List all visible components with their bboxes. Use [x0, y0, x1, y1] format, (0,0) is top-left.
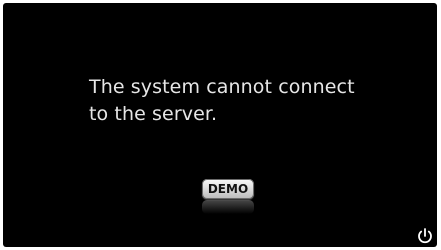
device-screen: The system cannot connect to the server.… — [3, 3, 437, 247]
power-icon — [418, 228, 432, 244]
power-button[interactable] — [416, 227, 434, 245]
demo-button[interactable]: DEMO — [202, 179, 254, 199]
demo-button-reflection — [202, 200, 254, 214]
demo-button-group: DEMO — [202, 179, 254, 215]
connection-error-message: The system cannot connect to the server. — [89, 74, 409, 128]
error-message-line-2: to the server. — [89, 103, 218, 125]
error-message-line-1: The system cannot connect — [89, 76, 355, 98]
